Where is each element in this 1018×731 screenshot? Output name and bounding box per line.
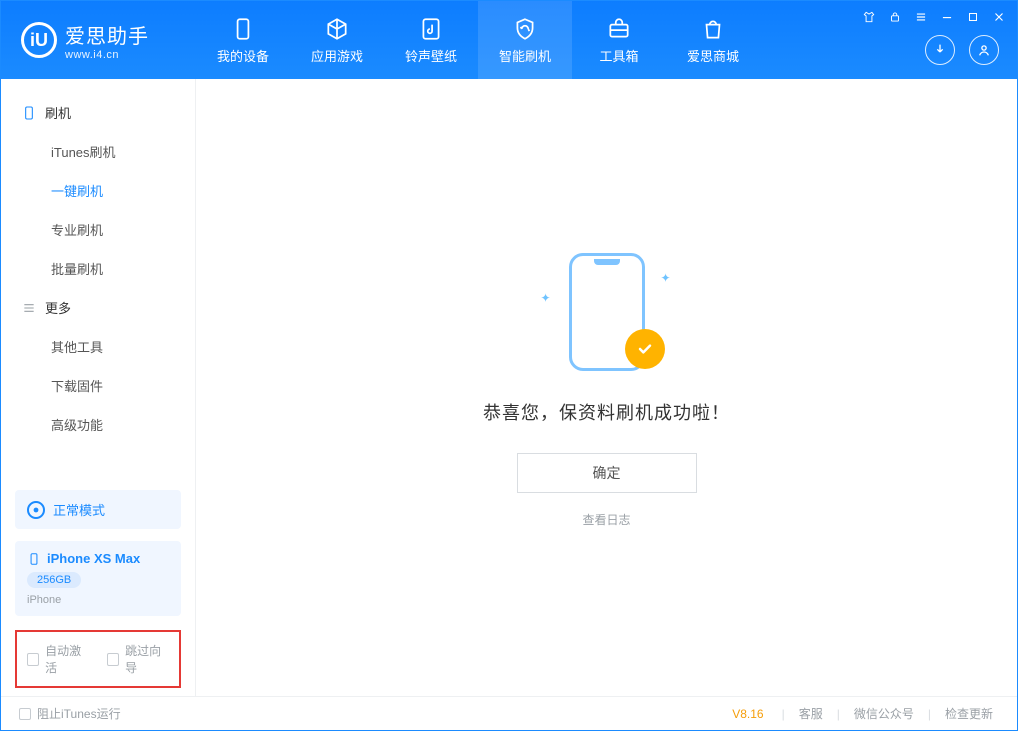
close-icon[interactable] [989,7,1009,27]
topbar: iU 爱思助手 www.i4.cn 我的设备 应用游戏 铃声壁纸 智能刷机 [1,1,1017,79]
logo-icon: iU [21,22,57,58]
app-title: 爱思助手 [65,20,149,49]
nav-tabs: 我的设备 应用游戏 铃声壁纸 智能刷机 工具箱 爱思商城 [196,1,760,79]
mode-icon [27,501,45,519]
flash-options-highlight: 自动激活 跳过向导 [15,630,181,688]
mode-label: 正常模式 [53,500,105,519]
device-type: iPhone [27,594,169,606]
checkbox-icon [19,708,31,720]
checkbox-icon [107,653,119,666]
sparkle-icon: ✦ [660,271,670,285]
phone-icon [230,16,256,42]
checkbox-auto-activate[interactable]: 自动激活 [27,642,89,676]
view-log-link[interactable]: 查看日志 [582,511,630,528]
checkbox-label: 自动激活 [45,642,89,676]
status-link-wechat[interactable]: 微信公众号 [848,705,920,722]
sidebar: 刷机 iTunes刷机 一键刷机 专业刷机 批量刷机 更多 其他工具 下载固件 … [1,79,196,696]
main-content: ✦ ✦ 恭喜您，保资料刷机成功啦！ 确定 查看日志 [196,79,1017,696]
sidebar-item-pro-flash[interactable]: 专业刷机 [1,210,195,249]
status-bar: 阻止iTunes运行 V8.16 | 客服 | 微信公众号 | 检查更新 [1,696,1017,730]
sidebar-item-download-firmware[interactable]: 下载固件 [1,366,195,405]
device-icon [21,105,37,121]
checkbox-icon [27,653,39,666]
side-group-title: 更多 [45,298,71,317]
cube-icon [324,16,350,42]
sidebar-item-other-tools[interactable]: 其他工具 [1,327,195,366]
status-link-update[interactable]: 检查更新 [939,705,999,722]
tab-store[interactable]: 爱思商城 [666,1,760,79]
status-link-support[interactable]: 客服 [793,705,829,722]
checkbox-label: 跳过向导 [125,642,169,676]
download-icon[interactable] [925,35,955,65]
tab-my-device[interactable]: 我的设备 [196,1,290,79]
checkbox-block-itunes[interactable]: 阻止iTunes运行 [19,705,121,722]
success-check-icon [625,329,665,369]
toolbox-icon [606,16,632,42]
menu-icon[interactable] [911,7,931,27]
device-capacity: 256GB [27,572,81,588]
mode-card[interactable]: 正常模式 [15,490,181,529]
sparkle-icon: ✦ [541,291,551,305]
checkbox-label: 阻止iTunes运行 [37,705,121,722]
user-icon[interactable] [969,35,999,65]
checkbox-skip-guide[interactable]: 跳过向导 [107,642,169,676]
logo: iU 爱思助手 www.i4.cn [1,1,196,79]
body: 刷机 iTunes刷机 一键刷机 专业刷机 批量刷机 更多 其他工具 下载固件 … [1,79,1017,696]
tab-label: 智能刷机 [499,46,551,65]
side-group-title: 刷机 [45,103,71,122]
status-right: V8.16 | 客服 | 微信公众号 | 检查更新 [732,705,999,722]
device-card[interactable]: iPhone XS Max 256GB iPhone [15,541,181,616]
tab-smart-flash[interactable]: 智能刷机 [478,1,572,79]
header-right-icons [925,35,999,65]
success-illustration: ✦ ✦ [547,247,667,377]
sidebar-item-onekey-flash[interactable]: 一键刷机 [1,171,195,210]
device-name-row: iPhone XS Max [27,551,169,566]
side-group-flash: 刷机 [1,93,195,132]
list-icon [21,300,37,316]
tab-toolbox[interactable]: 工具箱 [572,1,666,79]
side-group-more: 更多 [1,288,195,327]
app-site: www.i4.cn [65,49,149,61]
tab-label: 工具箱 [599,46,638,65]
ok-button[interactable]: 确定 [517,453,697,493]
music-file-icon [418,16,444,42]
tab-ringtone-wallpaper[interactable]: 铃声壁纸 [384,1,478,79]
device-small-icon [27,552,41,566]
bag-icon [700,16,726,42]
app-window: iU 爱思助手 www.i4.cn 我的设备 应用游戏 铃声壁纸 智能刷机 [0,0,1018,731]
maximize-icon[interactable] [963,7,983,27]
tab-label: 应用游戏 [311,46,363,65]
success-title: 恭喜您，保资料刷机成功啦！ [483,399,730,425]
shirt-icon[interactable] [859,7,879,27]
minimize-icon[interactable] [937,7,957,27]
sidebar-item-itunes-flash[interactable]: iTunes刷机 [1,132,195,171]
shield-sync-icon [512,16,538,42]
tab-label: 铃声壁纸 [405,46,457,65]
lock-icon[interactable] [885,7,905,27]
sidebar-item-advanced[interactable]: 高级功能 [1,405,195,444]
sidebar-item-batch-flash[interactable]: 批量刷机 [1,249,195,288]
version-label: V8.16 [732,707,763,721]
tab-apps-games[interactable]: 应用游戏 [290,1,384,79]
tab-label: 我的设备 [217,46,269,65]
tab-label: 爱思商城 [687,46,739,65]
window-controls [859,7,1009,27]
device-name: iPhone XS Max [47,551,140,566]
